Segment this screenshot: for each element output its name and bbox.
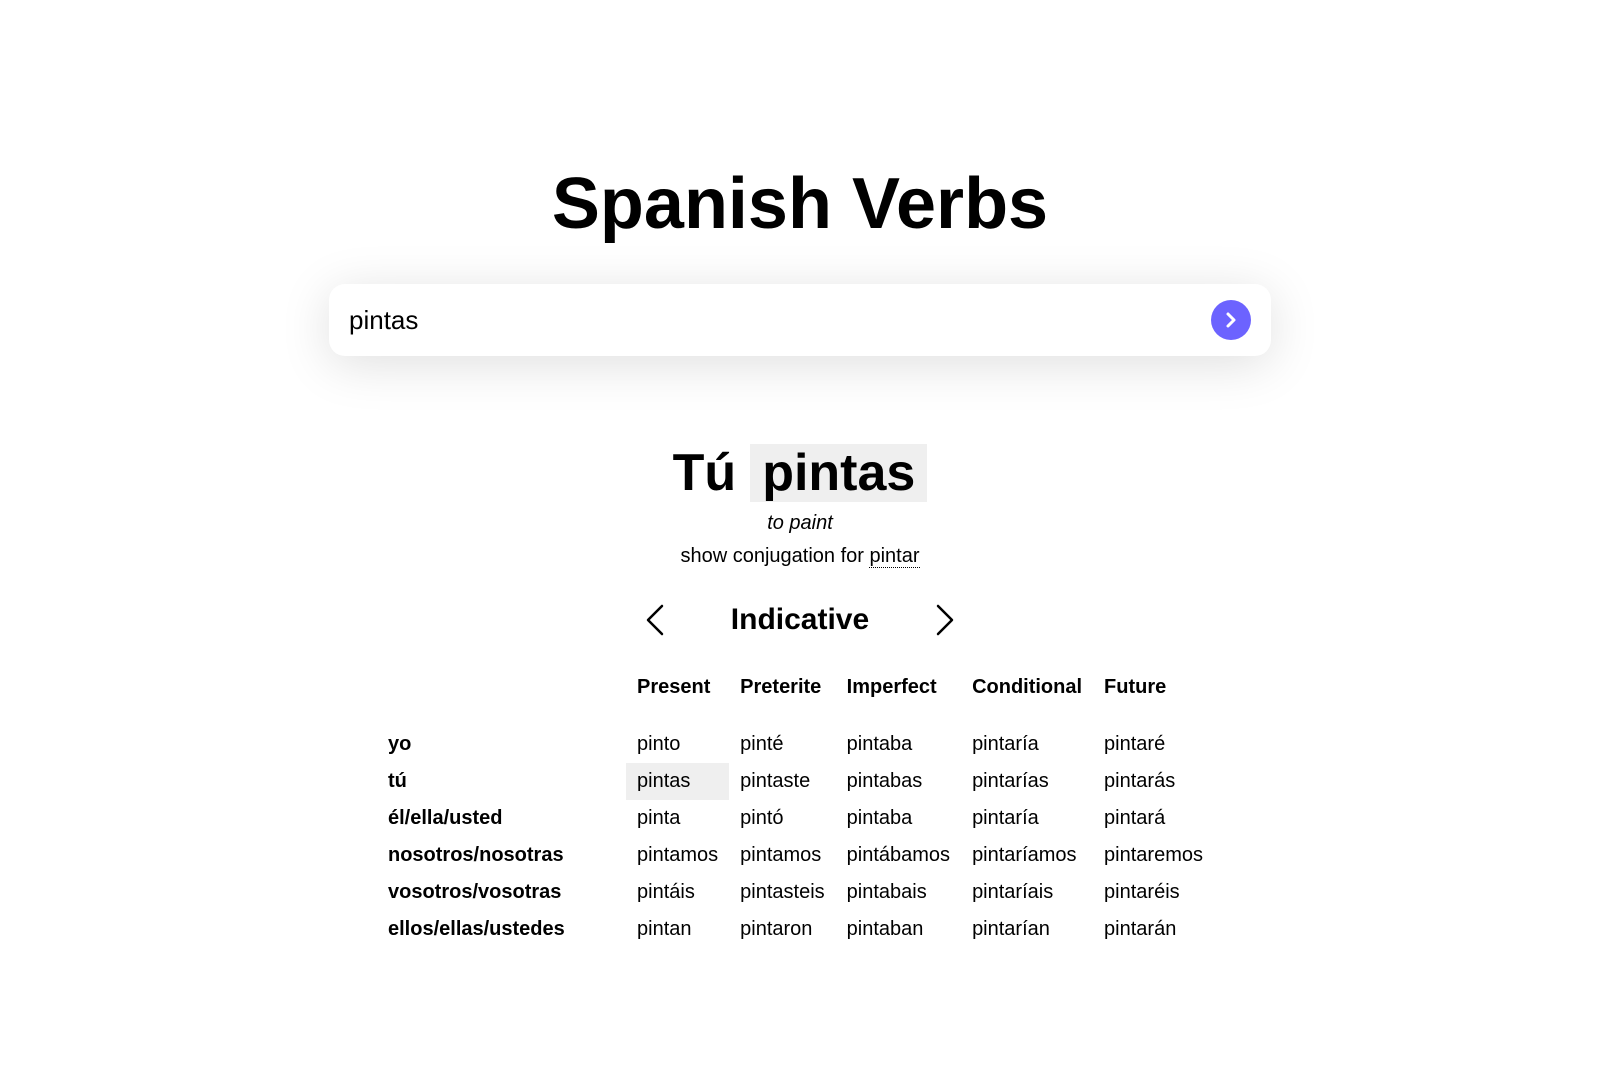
conjugation-cell: pintábamos bbox=[846, 844, 951, 866]
row-pronoun: ellos/ellas/ustedes bbox=[388, 918, 565, 940]
conjugation-cell: pinté bbox=[740, 733, 784, 755]
conjugation-cell: pintaban bbox=[846, 918, 924, 940]
conjugation-cell: pintó bbox=[740, 807, 784, 829]
conjugation-cell: pintaron bbox=[740, 918, 813, 940]
row-pronoun: tú bbox=[388, 770, 407, 792]
table-header-row: Present Preterite Imperfect Conditional … bbox=[375, 670, 1214, 726]
column-header-conditional: Conditional bbox=[972, 676, 1083, 698]
table-row: nosotros/nosotras pintamos pintamos pint… bbox=[375, 837, 1214, 874]
table-row: tú pintas pintaste pintabas pintarías pi… bbox=[375, 763, 1214, 800]
column-header-imperfect: Imperfect bbox=[846, 676, 937, 698]
page: Spanish Verbs Túpintas to paint show con… bbox=[0, 0, 1600, 1080]
conjugation-cell: pintabais bbox=[846, 881, 927, 903]
conjugation-cell: pintaré bbox=[1104, 733, 1166, 755]
conjugation-cell: pintamos bbox=[637, 844, 719, 866]
conjugation-cell: pintarías bbox=[972, 770, 1049, 792]
conjugation-cell: pintarás bbox=[1104, 770, 1176, 792]
verb-pronoun: Tú bbox=[672, 444, 737, 502]
column-header-preterite: Preterite bbox=[740, 676, 822, 698]
conjugation-table: Present Preterite Imperfect Conditional … bbox=[375, 670, 1214, 948]
next-mood-button[interactable] bbox=[924, 600, 964, 640]
conjugation-cell: pintamos bbox=[740, 844, 822, 866]
conjugation-cell: pintaremos bbox=[1104, 844, 1203, 866]
row-pronoun: nosotros/nosotras bbox=[388, 844, 564, 866]
conjugation-cell: pinta bbox=[637, 807, 681, 829]
conjugation-cell: pintaba bbox=[846, 807, 913, 829]
conjugation-cell: pintaría bbox=[972, 733, 1039, 755]
table-row: ellos/ellas/ustedes pintan pintaron pint… bbox=[375, 911, 1214, 948]
pronoun-column-header bbox=[375, 670, 626, 726]
show-conjugation-line: show conjugation for pintar bbox=[0, 543, 1600, 569]
row-pronoun: vosotros/vosotras bbox=[388, 881, 562, 903]
chevron-right-icon bbox=[1226, 312, 1236, 328]
row-pronoun: yo bbox=[388, 733, 412, 755]
search-submit-button[interactable] bbox=[1211, 300, 1251, 340]
search-box bbox=[329, 284, 1271, 356]
conjugation-cell: pintaríamos bbox=[972, 844, 1077, 866]
site-title: Spanish Verbs bbox=[551, 164, 1049, 244]
mood-navigator: Indicative bbox=[0, 596, 1600, 644]
search-input[interactable] bbox=[349, 284, 1169, 356]
column-header-future: Future bbox=[1104, 676, 1167, 698]
verb-form: pintas bbox=[750, 444, 928, 502]
row-pronoun: él/ella/usted bbox=[388, 807, 503, 829]
conjugation-cell: pintarían bbox=[972, 918, 1050, 940]
table-row: él/ella/usted pinta pintó pintaba pintar… bbox=[375, 800, 1214, 837]
verb-translation: to paint bbox=[767, 512, 833, 534]
table-row: yo pinto pinté pintaba pintaría pintaré bbox=[375, 726, 1214, 763]
highlighted-conjugation-cell: pintas bbox=[626, 763, 730, 800]
chevron-right-icon bbox=[936, 604, 954, 636]
conjugation-cell: pintabas bbox=[846, 770, 923, 792]
conjugation-cell: pintarán bbox=[1104, 918, 1177, 940]
conjugation-cell: pintasteis bbox=[740, 881, 825, 903]
conjugation-cell: pintaríais bbox=[972, 881, 1054, 903]
conjugation-cell: pintará bbox=[1104, 807, 1166, 829]
conjugation-cell: pinto bbox=[637, 733, 681, 755]
conjugation-cell: pintaría bbox=[972, 807, 1039, 829]
conjugation-cell: pintaste bbox=[740, 770, 811, 792]
infinitive-link[interactable]: pintar bbox=[869, 545, 920, 568]
column-header-present: Present bbox=[637, 676, 711, 698]
mood-title: Indicative bbox=[730, 603, 870, 636]
show-conjugation-label: show conjugation for bbox=[680, 545, 864, 567]
conjugation-cell: pintaba bbox=[846, 733, 913, 755]
conjugation-cell: pintáis bbox=[637, 881, 695, 903]
conjugation-cell: pintan bbox=[637, 918, 692, 940]
table-row: vosotros/vosotras pintáis pintasteis pin… bbox=[375, 874, 1214, 911]
conjugation-cell: pintaréis bbox=[1104, 881, 1180, 903]
verb-heading: Tú pintas bbox=[0, 444, 1600, 502]
